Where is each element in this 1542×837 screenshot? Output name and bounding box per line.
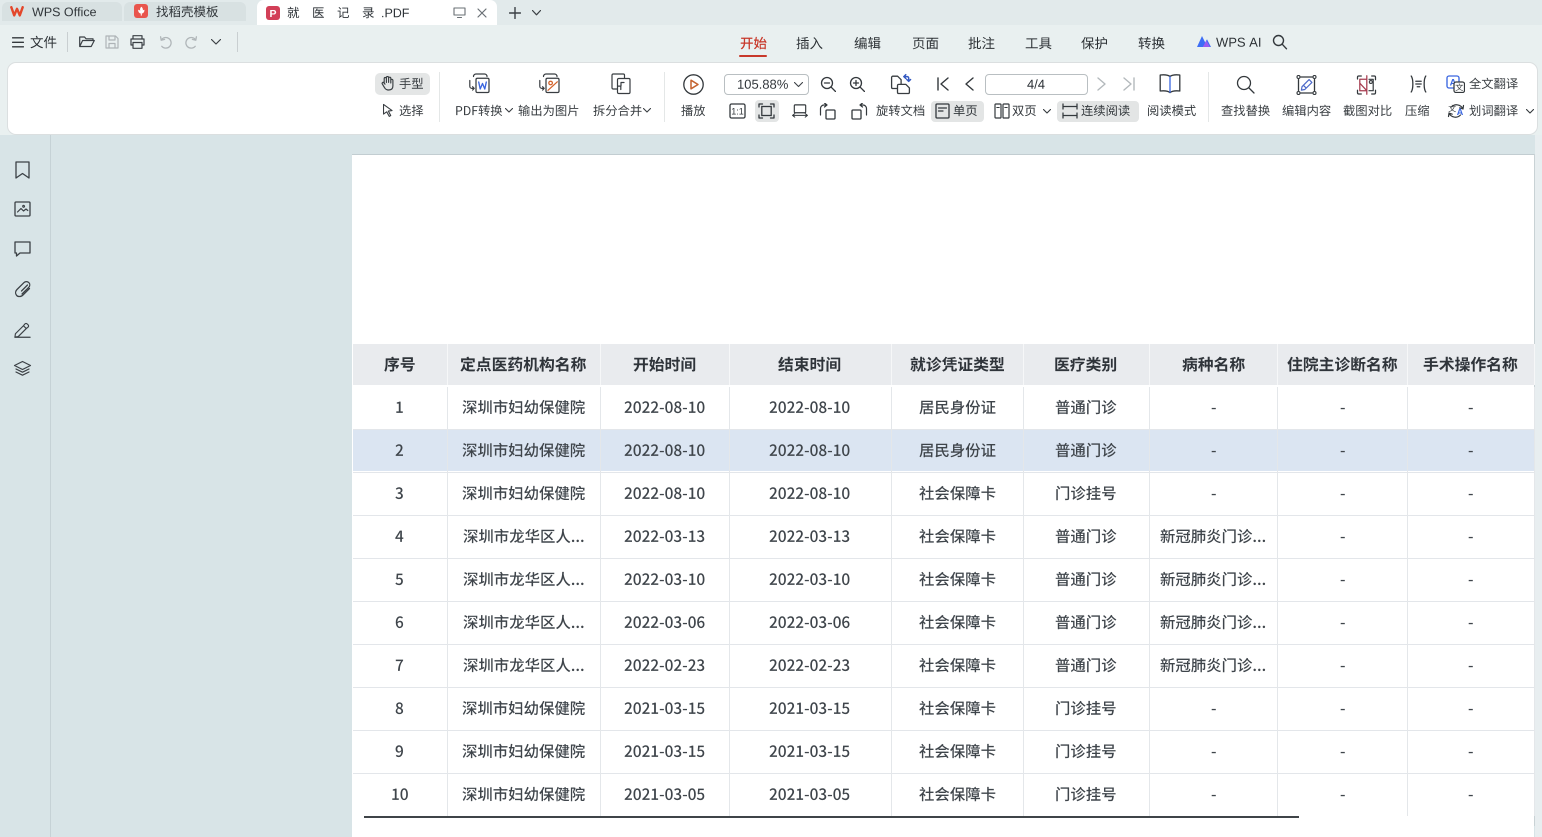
- svg-text:P: P: [269, 8, 276, 20]
- svg-text:A: A: [1457, 107, 1464, 117]
- svg-text:1:1: 1:1: [731, 107, 744, 117]
